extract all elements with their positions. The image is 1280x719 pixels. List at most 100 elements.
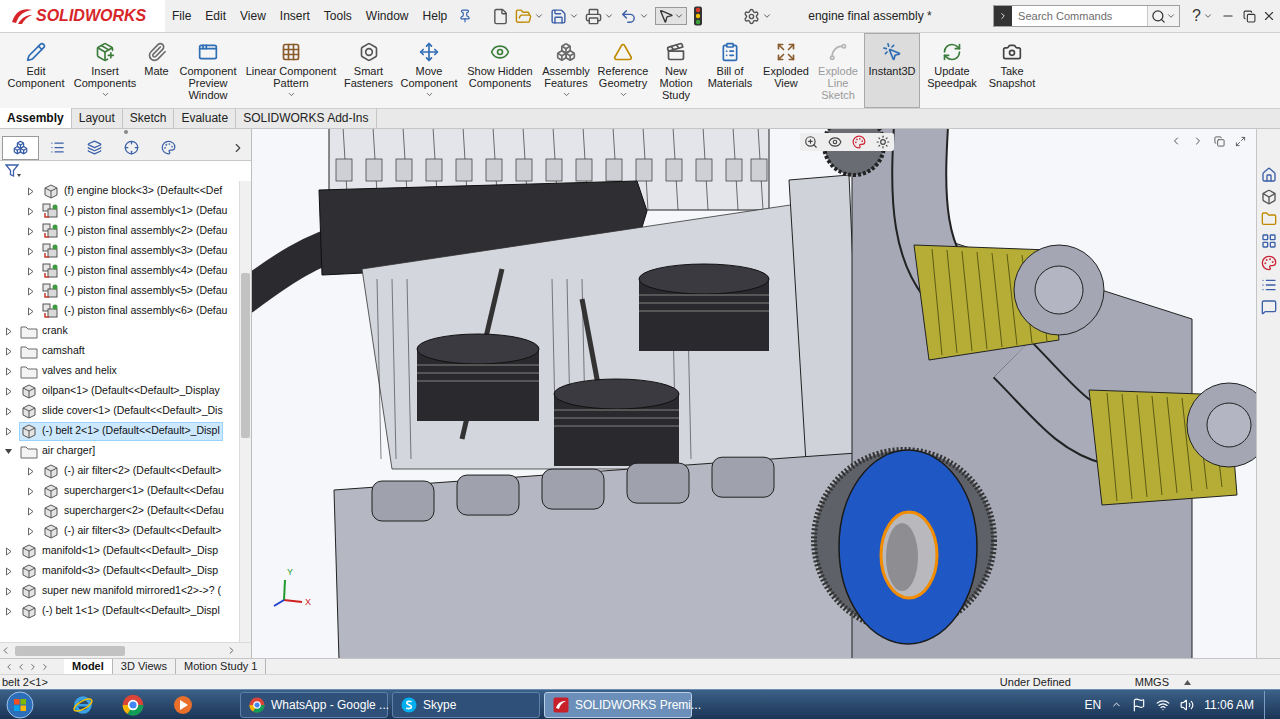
horizontal-scrollbar[interactable]: [0, 642, 251, 658]
tray-overflow-icon[interactable]: [1111, 699, 1122, 710]
tree-item[interactable]: oilpan<1> (Default<<Default>_Display: [0, 381, 239, 401]
tree-item[interactable]: supercharger<2> (Default<<Defau: [0, 501, 239, 521]
filter-icon[interactable]: [5, 164, 21, 178]
first-tab-icon[interactable]: [4, 662, 14, 672]
volume-icon[interactable]: [1180, 698, 1194, 712]
dropdown-icon[interactable]: [639, 11, 649, 21]
restore-viewport-icon[interactable]: [1214, 136, 1225, 147]
scroll-right-icon[interactable]: [226, 645, 237, 656]
ribbon-button[interactable]: Show Hidden Components: [462, 33, 538, 108]
bottom-tab[interactable]: Model: [64, 659, 113, 675]
taskbar-button[interactable]: Skype: [392, 692, 540, 718]
appearance-icon[interactable]: [852, 135, 866, 149]
collapsed-arrow-icon[interactable]: [4, 367, 13, 376]
bottom-tab[interactable]: 3D Views: [113, 659, 176, 675]
save-icon[interactable]: [550, 8, 567, 25]
ribbon-button[interactable]: New Motion Study: [652, 33, 700, 108]
menu-item[interactable]: Insert: [273, 7, 317, 25]
media-player-icon[interactable]: [172, 694, 194, 716]
next-tab-icon[interactable]: [28, 662, 38, 672]
ribbon-button[interactable]: Linear Component Pattern: [241, 33, 341, 108]
dropdown-icon[interactable]: [562, 90, 571, 99]
tree-item[interactable]: manifold<3> (Default<<Default>_Disp: [0, 561, 239, 581]
collapsed-arrow-icon[interactable]: [4, 607, 13, 616]
network-icon[interactable]: [1156, 698, 1170, 712]
last-tab-icon[interactable]: [40, 662, 50, 672]
previous-view-icon[interactable]: [1170, 135, 1182, 147]
ribbon-button[interactable]: Smart Fasteners: [341, 33, 396, 108]
action-center-icon[interactable]: [1132, 698, 1146, 712]
tree-item[interactable]: (-) piston final assembly<5> (Defau: [0, 281, 239, 301]
forum-icon[interactable]: [1261, 299, 1277, 315]
tree-item[interactable]: crank: [0, 321, 239, 341]
restore-icon[interactable]: [1243, 10, 1256, 23]
file-explorer-icon[interactable]: [1261, 211, 1277, 227]
view-palette-icon[interactable]: [1261, 233, 1277, 249]
scene-icon[interactable]: [876, 135, 890, 149]
design-library-icon[interactable]: [1261, 189, 1277, 205]
tree-item[interactable]: (f) engine block<3> (Default<<Def: [0, 181, 239, 201]
tree-item[interactable]: (-) piston final assembly<1> (Defau: [0, 201, 239, 221]
engine-model-render[interactable]: [252, 129, 1256, 658]
menu-item[interactable]: View: [233, 7, 273, 25]
collapsed-arrow-icon[interactable]: [26, 487, 35, 496]
panel-tab[interactable]: [39, 136, 76, 160]
command-tab[interactable]: SOLIDWORKS Add-Ins: [236, 108, 376, 128]
collapsed-arrow-icon[interactable]: [4, 427, 13, 436]
options-icon[interactable]: [743, 8, 760, 25]
collapsed-arrow-icon[interactable]: [4, 587, 13, 596]
status-up-arrow-icon[interactable]: [1183, 678, 1192, 687]
splitter-handle[interactable]: [124, 130, 128, 134]
panel-tab[interactable]: [2, 136, 39, 160]
next-view-icon[interactable]: [1192, 135, 1204, 147]
command-tab[interactable]: Evaluate: [174, 108, 236, 128]
collapsed-arrow-icon[interactable]: [26, 267, 35, 276]
collapsed-arrow-icon[interactable]: [26, 467, 35, 476]
open-icon[interactable]: [515, 8, 532, 25]
collapsed-arrow-icon[interactable]: [26, 507, 35, 516]
appearances-icon[interactable]: [1261, 255, 1277, 271]
search-icon[interactable]: [1151, 9, 1166, 24]
tree-item[interactable]: valves and helix: [0, 361, 239, 381]
ribbon-button[interactable]: Bill of Materials: [700, 33, 760, 108]
tree-item[interactable]: camshaft: [0, 341, 239, 361]
solidworks-logo[interactable]: SOLIDWORKS: [0, 0, 165, 32]
taskbar-button[interactable]: WhatsApp - Google ...: [240, 692, 388, 718]
menu-item[interactable]: File: [165, 7, 198, 25]
panel-tab[interactable]: [150, 136, 187, 160]
panel-tab[interactable]: [76, 136, 113, 160]
panel-tab[interactable]: [113, 136, 150, 160]
graphics-area[interactable]: YX: [252, 129, 1256, 658]
hide-show-icon[interactable]: [828, 135, 842, 149]
undo-icon[interactable]: [620, 8, 637, 25]
collapsed-arrow-icon[interactable]: [26, 227, 35, 236]
ribbon-button[interactable]: Component Preview Window: [175, 33, 241, 108]
ribbon-button[interactable]: Take Snapshot: [984, 33, 1040, 108]
collapsed-arrow-icon[interactable]: [26, 287, 35, 296]
internet-explorer-icon[interactable]: [72, 694, 94, 716]
show-desktop-button[interactable]: [1264, 691, 1276, 719]
status-units[interactable]: MMGS: [1135, 674, 1169, 691]
collapsed-arrow-icon[interactable]: [4, 347, 13, 356]
search-box[interactable]: Search Commands: [993, 5, 1180, 27]
help-dropdown-icon[interactable]: [1203, 11, 1213, 21]
select-button[interactable]: [655, 7, 687, 25]
ribbon-button[interactable]: Instant3D: [864, 33, 920, 108]
new-document-icon[interactable]: [492, 8, 509, 25]
dropdown-icon[interactable]: [534, 11, 544, 21]
language-indicator[interactable]: EN: [1085, 696, 1102, 714]
dropdown-icon[interactable]: [287, 90, 296, 99]
tree-item[interactable]: (-) piston final assembly<3> (Defau: [0, 241, 239, 261]
maximize-viewport-icon[interactable]: [1235, 136, 1246, 147]
dropdown-icon[interactable]: [619, 90, 628, 99]
ribbon-button[interactable]: Update Speedpak: [920, 33, 984, 108]
menu-item[interactable]: Window: [359, 7, 416, 25]
tree-item[interactable]: (-) piston final assembly<6> (Defau: [0, 301, 239, 321]
collapsed-arrow-icon[interactable]: [4, 547, 13, 556]
ribbon-button[interactable]: Exploded View: [760, 33, 812, 108]
menu-item[interactable]: Tools: [317, 7, 359, 25]
ribbon-button[interactable]: Assembly Features: [538, 33, 594, 108]
dropdown-icon[interactable]: [762, 11, 772, 21]
ribbon-button[interactable]: Edit Component: [0, 33, 72, 108]
collapsed-arrow-icon[interactable]: [26, 247, 35, 256]
